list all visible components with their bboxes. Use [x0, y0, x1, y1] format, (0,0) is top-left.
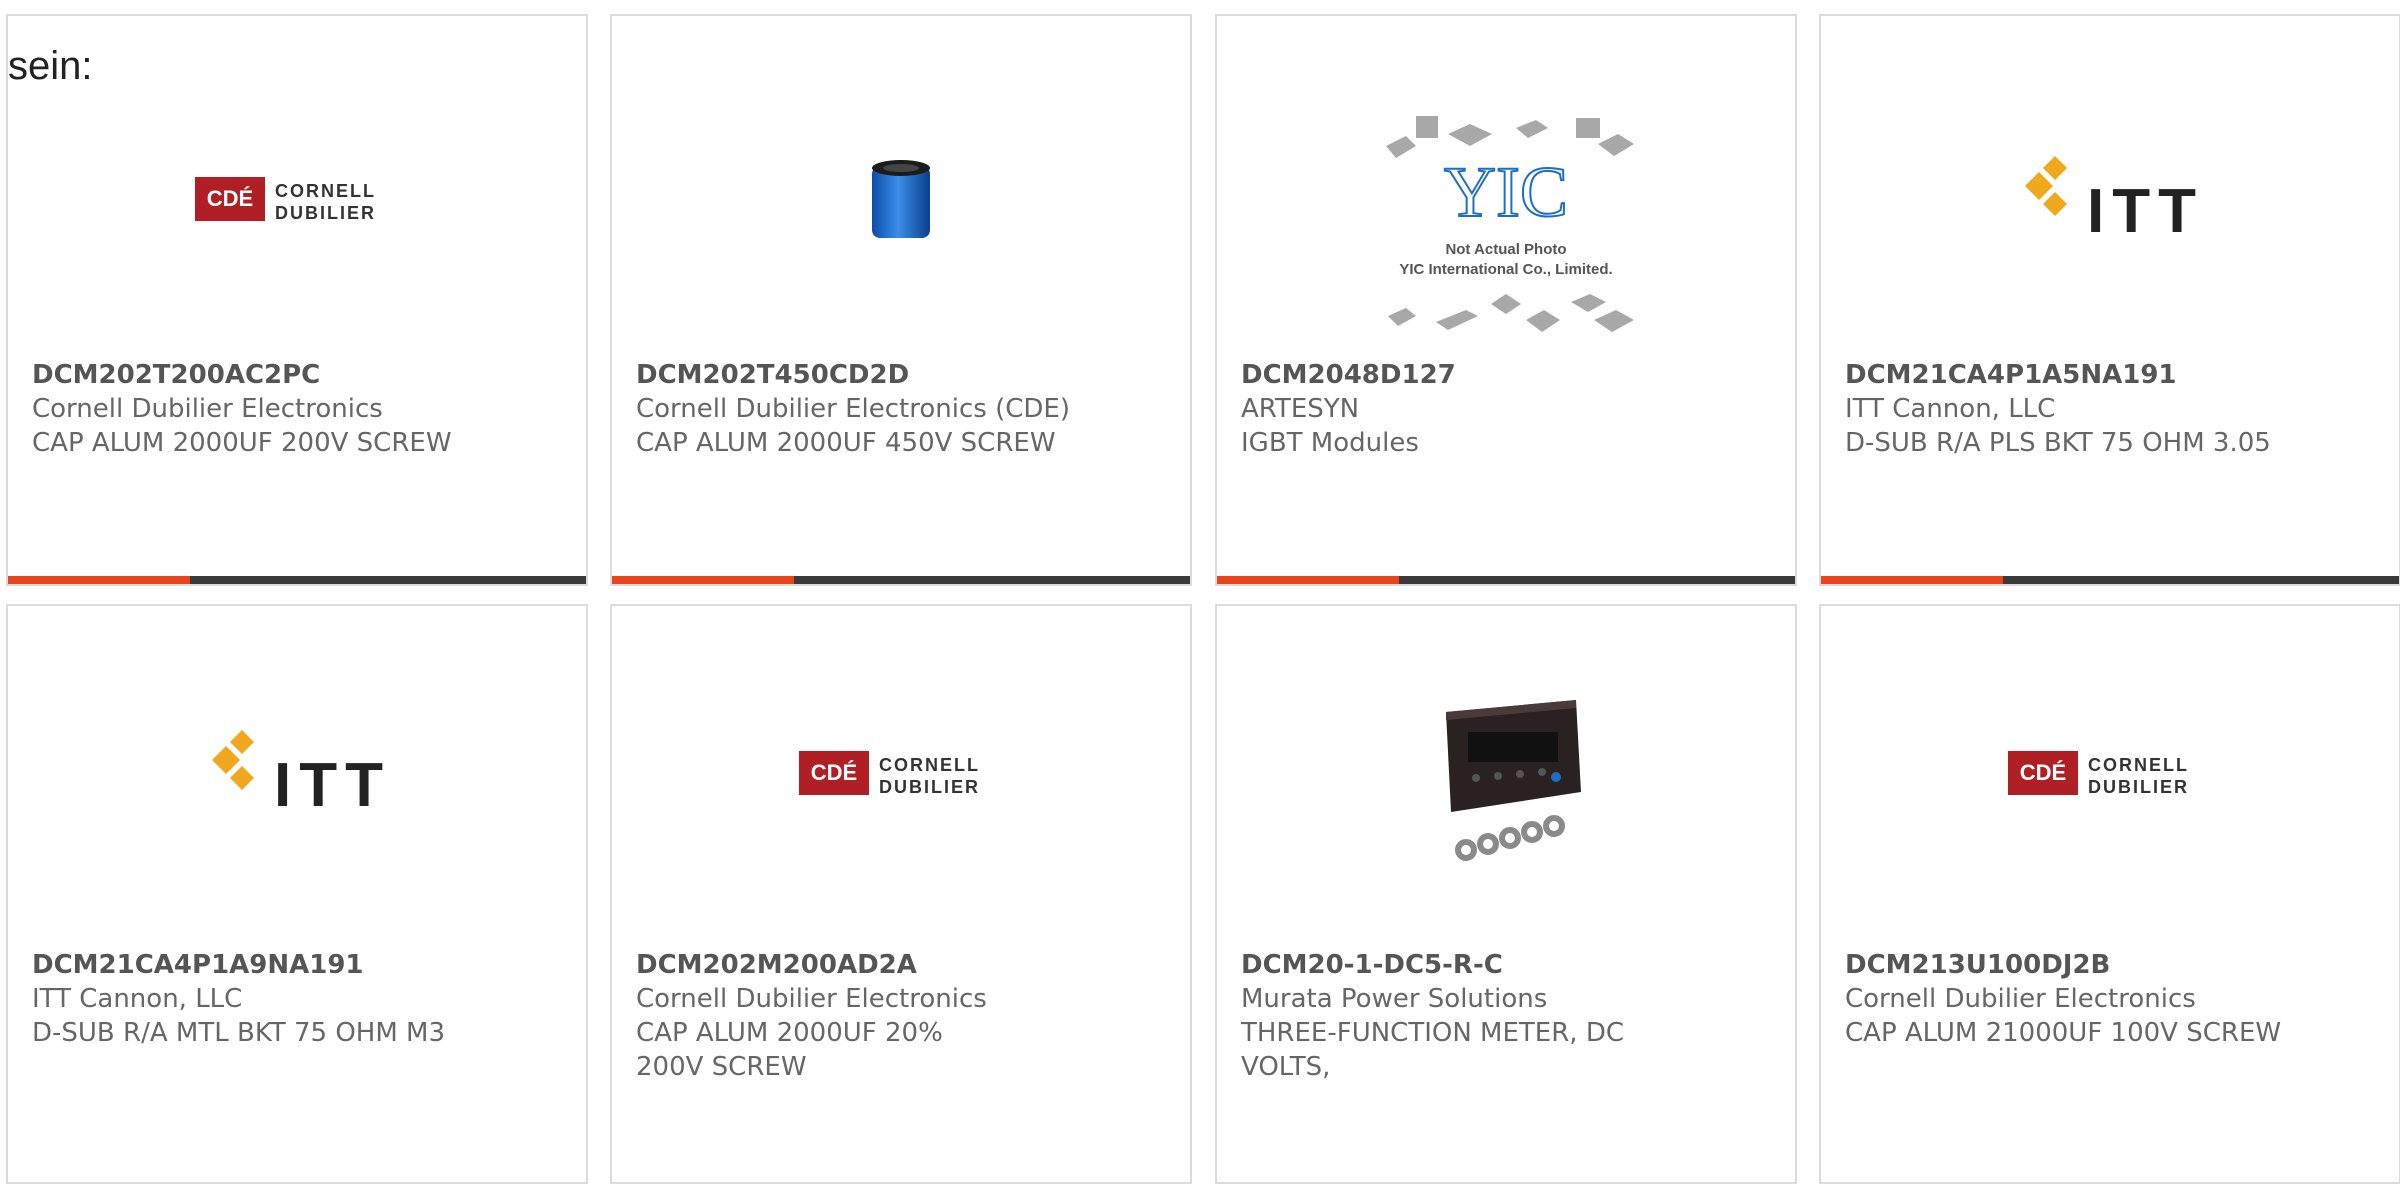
- placeholder-photo: YIC Not Actual Photo YIC International C…: [1217, 106, 1795, 356]
- svg-text:ITT: ITT: [2087, 177, 2204, 246]
- part-number[interactable]: DCM213U100DJ2B: [1845, 948, 2375, 982]
- manufacturer: Cornell Dubilier Electronics: [1845, 984, 2196, 1014]
- svg-text:DUBILIER: DUBILIER: [879, 777, 980, 797]
- svg-text:CDÉ: CDÉ: [207, 186, 253, 211]
- svg-text:CORNELL: CORNELL: [879, 755, 980, 775]
- cde-logo: CDÉ CORNELL DUBILIER: [8, 156, 586, 246]
- part-number[interactable]: DCM202T200AC2PC: [32, 358, 562, 392]
- description: CAP ALUM 2000UF 20% 200V SCREW: [636, 1018, 943, 1082]
- description: D-SUB R/A PLS BKT 75 OHM 3.05: [1845, 428, 2271, 458]
- manufacturer: Murata Power Solutions: [1241, 984, 1548, 1014]
- svg-text:DUBILIER: DUBILIER: [2088, 777, 2189, 797]
- manufacturer: ITT Cannon, LLC: [1845, 394, 2056, 424]
- part-number[interactable]: DCM20-1-DC5-R-C: [1241, 948, 1771, 982]
- card-accent-bar: [8, 576, 586, 584]
- description: CAP ALUM 2000UF 200V SCREW: [32, 428, 452, 458]
- svg-text:CDÉ: CDÉ: [2020, 760, 2066, 785]
- description: D-SUB R/A MTL BKT 75 OHM M3: [32, 1018, 446, 1048]
- card-accent-bar: [1217, 576, 1795, 584]
- manufacturer: Cornell Dubilier Electronics (CDE): [636, 394, 1070, 424]
- product-card[interactable]: CDÉ CORNELL DUBILIER DCM202T200AC2PC Cor…: [6, 14, 588, 586]
- product-card[interactable]: ITT DCM21CA4P1A9NA191 ITT Cannon, LLC D-…: [6, 604, 588, 1184]
- product-card[interactable]: CDÉ CORNELL DUBILIER DCM213U100DJ2B Corn…: [1819, 604, 2400, 1184]
- meter-image: [1217, 682, 1795, 882]
- manufacturer: ITT Cannon, LLC: [32, 984, 243, 1014]
- description: IGBT Modules: [1241, 428, 1419, 458]
- manufacturer: Cornell Dubilier Electronics: [32, 394, 383, 424]
- svg-text:DUBILIER: DUBILIER: [275, 203, 376, 223]
- manufacturer: ARTESYN: [1241, 394, 1360, 424]
- itt-logo: ITT: [8, 710, 586, 840]
- svg-text:CORNELL: CORNELL: [275, 181, 376, 201]
- itt-logo: ITT: [1821, 136, 2399, 266]
- description: CAP ALUM 2000UF 450V SCREW: [636, 428, 1056, 458]
- manufacturer: Cornell Dubilier Electronics: [636, 984, 987, 1014]
- card-accent-bar: [612, 576, 1190, 584]
- product-card[interactable]: DCM20-1-DC5-R-C Murata Power Solutions T…: [1215, 604, 1797, 1184]
- cde-logo: CDÉ CORNELL DUBILIER: [1821, 730, 2399, 820]
- overlay-label: sein:: [8, 44, 93, 88]
- svg-text:YIC International Co., Limited: YIC International Co., Limited.: [1399, 261, 1612, 278]
- part-number[interactable]: DCM202M200AD2A: [636, 948, 1166, 982]
- part-number[interactable]: DCM21CA4P1A5NA191: [1845, 358, 2375, 392]
- svg-text:YIC: YIC: [1444, 152, 1568, 232]
- product-card[interactable]: ITT DCM21CA4P1A5NA191 ITT Cannon, LLC D-…: [1819, 14, 2400, 586]
- svg-text:CORNELL: CORNELL: [2088, 755, 2189, 775]
- description: THREE-FUNCTION METER, DC VOLTS,: [1241, 1018, 1624, 1082]
- part-number[interactable]: DCM2048D127: [1241, 358, 1771, 392]
- svg-text:CDÉ: CDÉ: [811, 760, 857, 785]
- svg-text:Not Actual Photo: Not Actual Photo: [1445, 241, 1566, 258]
- cde-logo: CDÉ CORNELL DUBILIER: [612, 730, 1190, 820]
- card-accent-bar: [1821, 576, 2399, 584]
- description: CAP ALUM 21000UF 100V SCREW: [1845, 1018, 2282, 1048]
- svg-text:ITT: ITT: [274, 751, 391, 820]
- capacitor-image: [612, 146, 1190, 256]
- product-card[interactable]: YIC Not Actual Photo YIC International C…: [1215, 14, 1797, 586]
- part-number[interactable]: DCM21CA4P1A9NA191: [32, 948, 562, 982]
- product-card[interactable]: DCM202T450CD2D Cornell Dubilier Electron…: [610, 14, 1192, 586]
- part-number[interactable]: DCM202T450CD2D: [636, 358, 1166, 392]
- product-card[interactable]: CDÉ CORNELL DUBILIER DCM202M200AD2A Corn…: [610, 604, 1192, 1184]
